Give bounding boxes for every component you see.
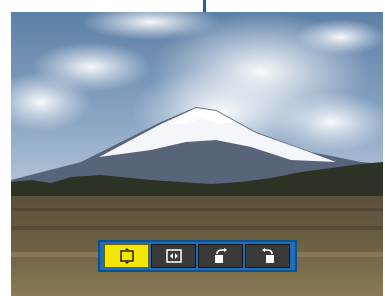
rotate-right-icon <box>214 248 227 263</box>
osd-toolbar <box>98 240 297 272</box>
rotate-left-icon <box>261 248 274 263</box>
rotate-right-button[interactable] <box>198 244 243 268</box>
expand-icon <box>165 249 182 263</box>
rotate-left-button[interactable] <box>245 244 290 268</box>
frame-fit-button[interactable] <box>104 244 149 268</box>
frame-fit-icon <box>119 248 134 264</box>
expand-button[interactable] <box>151 244 196 268</box>
